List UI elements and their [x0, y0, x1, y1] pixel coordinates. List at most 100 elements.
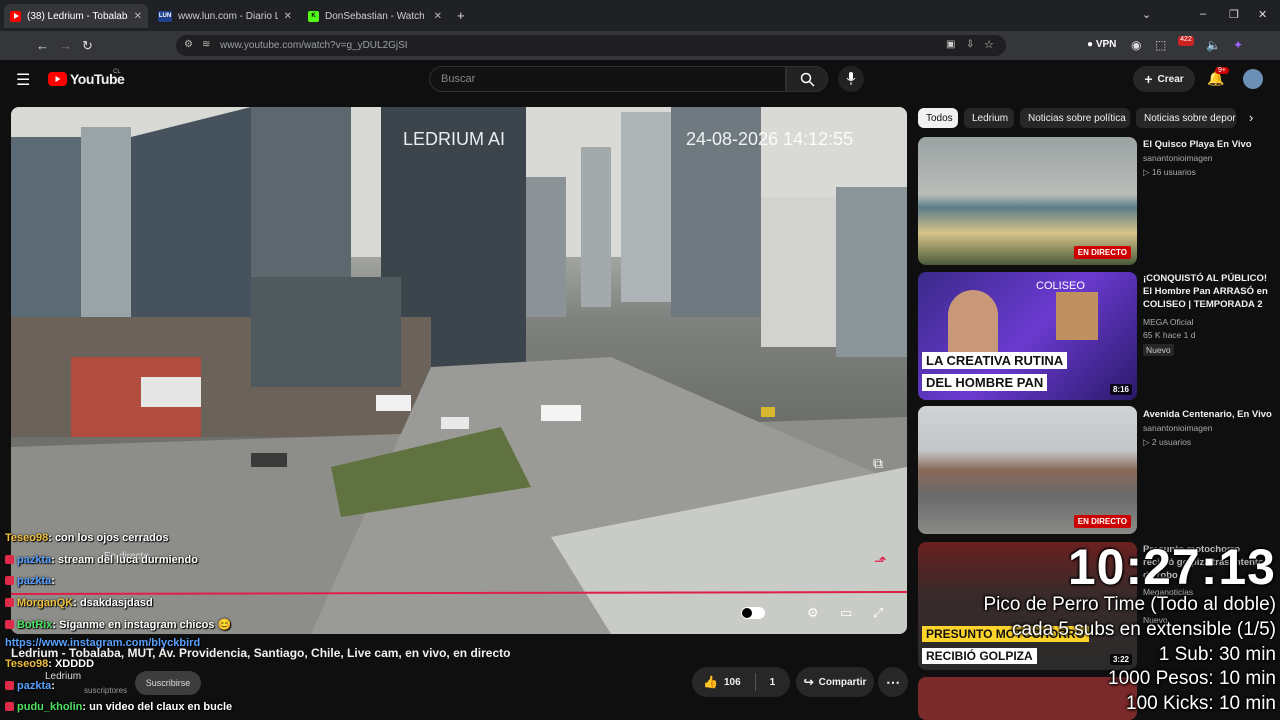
- sidebar-video-channel[interactable]: sanantonioimagen: [1143, 152, 1212, 164]
- avatar[interactable]: [1243, 69, 1263, 89]
- share-icon: ↪: [803, 675, 814, 689]
- overlay-clock: 10:27:13: [1067, 539, 1276, 595]
- tab-search-chevron-icon[interactable]: ⌄: [1142, 8, 1151, 21]
- thumbnail-avenida[interactable]: EN DIRECTO: [918, 406, 1137, 534]
- chat-message: MorganQK: dsakdasjdasd: [5, 597, 153, 609]
- live-badge: EN DIRECTO: [1073, 246, 1131, 259]
- extensions-icon[interactable]: ⬚: [1155, 38, 1166, 52]
- url-text[interactable]: www.youtube.com/watch?v=g_yDUL2GjSI: [220, 40, 408, 51]
- chat-user: pudu_kholin: [17, 701, 83, 713]
- chat-text: :: [51, 680, 55, 692]
- sidebar-video-title[interactable]: ¡CONQUISTÓ AL PÚBLICO! El Hombre Pan ARR…: [1143, 272, 1273, 311]
- close-window-icon[interactable]: ✕: [1258, 8, 1267, 21]
- settings-gear-icon[interactable]: ⚙: [807, 605, 819, 621]
- chat-text: : stream del luca durmiendo: [51, 554, 198, 566]
- chip-all[interactable]: Todos: [918, 108, 958, 128]
- chip-sports[interactable]: Noticias sobre depor: [1136, 108, 1236, 128]
- chat-message: Teseo98: XDDDD: [5, 658, 94, 670]
- tab-kick[interactable]: K DonSebastian - Watch the VOD ✕: [302, 4, 448, 28]
- sidebar-video-meta: ▷ 16 usuarios: [1143, 167, 1196, 177]
- search-button[interactable]: [786, 66, 828, 92]
- create-button[interactable]: + Crear: [1133, 66, 1195, 92]
- fullscreen-icon[interactable]: ⤢: [873, 605, 883, 621]
- more-actions-icon[interactable]: ⋯: [878, 667, 908, 697]
- heart-badge-icon: [5, 681, 14, 690]
- thumbnail-beach[interactable]: EN DIRECTO: [918, 137, 1137, 265]
- duration-badge: 8:16: [1109, 384, 1132, 395]
- sidebar-video-channel[interactable]: sanantonioimagen: [1143, 422, 1212, 434]
- menu-icon[interactable]: ☰: [16, 70, 30, 90]
- tab-youtube[interactable]: (38) Ledrium - Tobalaba, MUT, A ✕: [4, 4, 148, 28]
- chip-ledrium[interactable]: Ledrium: [964, 108, 1014, 128]
- dislike-button[interactable]: 1: [770, 677, 776, 688]
- back-icon[interactable]: ←: [36, 38, 49, 53]
- vpn-button[interactable]: ● VPN: [1087, 39, 1116, 50]
- close-tab-icon[interactable]: ✕: [284, 11, 292, 22]
- sidebar-video-channel[interactable]: MEGA Oficial: [1143, 316, 1194, 328]
- thumbnail-hombre-pan[interactable]: COLISEO LA CREATIVA RUTINA DEL HOMBRE PA…: [918, 272, 1137, 400]
- camera-timestamp: 24-08-2026 14:12:55: [686, 129, 854, 149]
- youtube-header: ☰ YouTube CL Buscar + Crear 🔔 9+: [0, 60, 1280, 100]
- thumbnail-caption: RECIBIÓ GOLPIZA: [922, 648, 1037, 664]
- bookmark-star-icon[interactable]: ☆: [984, 38, 994, 51]
- chat-message: pazkta: stream del luca durmiendo: [5, 554, 198, 566]
- autoplay-toggle[interactable]: [741, 607, 765, 619]
- chevron-right-icon[interactable]: ›: [1249, 110, 1253, 125]
- close-tab-icon[interactable]: ✕: [434, 11, 442, 22]
- sidebar-video-title[interactable]: El Quisco Playa En Vivo: [1143, 138, 1273, 151]
- close-tab-icon[interactable]: ✕: [134, 11, 142, 22]
- tab-title: DonSebastian - Watch the VOD: [325, 10, 428, 22]
- theater-mode-icon[interactable]: ▭: [840, 605, 852, 621]
- thumbnail-bread-mask: [1056, 292, 1098, 340]
- screenshot-icon[interactable]: ▣: [946, 39, 955, 50]
- profile-icon[interactable]: ◉: [1131, 38, 1141, 52]
- chip-politics[interactable]: Noticias sobre política: [1020, 108, 1130, 128]
- chat-user: Teseo98: [5, 658, 49, 670]
- minimize-icon[interactable]: –: [1200, 8, 1206, 20]
- new-tab-icon[interactable]: +: [457, 8, 465, 23]
- like-dislike-group: 👍 106 1: [692, 667, 790, 697]
- thumbnail-person: [948, 290, 998, 352]
- stream-logo-icon: ⬏: [874, 553, 887, 570]
- heart-badge-icon: [5, 620, 14, 629]
- chat-user: pazkta: [17, 680, 52, 692]
- sidebar-video-title[interactable]: Avenida Centenario, En Vivo: [1143, 408, 1273, 421]
- chat-message: Teseo98: con los ojos cerrados: [5, 532, 169, 544]
- youtube-icon: [10, 10, 21, 22]
- overlay-line: 1000 Pesos: 10 min: [1108, 668, 1276, 689]
- tab-title: www.lun.com - Diario Las Últim: [178, 10, 278, 22]
- sidebar-video-meta: 65 K hace 1 d: [1143, 330, 1196, 340]
- extension-badge[interactable]: 422: [1178, 36, 1194, 46]
- search-input[interactable]: Buscar: [429, 66, 786, 92]
- chat-user: Teseo98: [5, 532, 49, 544]
- download-icon[interactable]: ⇩: [966, 39, 974, 50]
- like-count: 106: [723, 676, 741, 688]
- youtube-logo-icon[interactable]: [48, 72, 67, 86]
- site-info-icon[interactable]: ⚙: [184, 39, 193, 50]
- like-button[interactable]: 👍 106: [703, 675, 741, 689]
- volume-icon[interactable]: 🔈: [1206, 38, 1221, 52]
- overlay-line: 1 Sub: 30 min: [1158, 644, 1276, 665]
- reload-icon[interactable]: ↻: [82, 38, 93, 54]
- watermark-text: LEDRIUM AI: [403, 129, 506, 149]
- share-button[interactable]: ↪ Compartir: [796, 667, 874, 697]
- maximize-icon[interactable]: ❐: [1229, 8, 1239, 21]
- miniplayer-icon[interactable]: ⧉: [873, 455, 883, 472]
- chat-user: MorganQK: [17, 597, 74, 609]
- chat-text: :: [51, 575, 55, 587]
- plus-icon: +: [1144, 71, 1153, 87]
- aria-icon[interactable]: ✦: [1233, 38, 1243, 52]
- subscribe-button[interactable]: Suscribirse: [135, 671, 201, 695]
- tune-icon[interactable]: ≋: [202, 39, 210, 50]
- address-bar[interactable]: ⚙ ≋ www.youtube.com/watch?v=g_yDUL2GjSI …: [176, 35, 1006, 56]
- chat-user: pazkta: [17, 575, 52, 587]
- tab-lun[interactable]: LUN www.lun.com - Diario Las Últim ✕: [152, 4, 298, 28]
- duration-badge: 3:22: [1109, 654, 1132, 665]
- chat-user: pazkta: [17, 554, 52, 566]
- voice-search-button[interactable]: [838, 66, 864, 92]
- forward-icon[interactable]: →: [59, 38, 72, 53]
- heart-badge-icon: [5, 576, 14, 585]
- chat-user: BotRix: [17, 619, 53, 631]
- thumbnail-next[interactable]: [918, 677, 1137, 720]
- country-code: CL: [113, 69, 121, 75]
